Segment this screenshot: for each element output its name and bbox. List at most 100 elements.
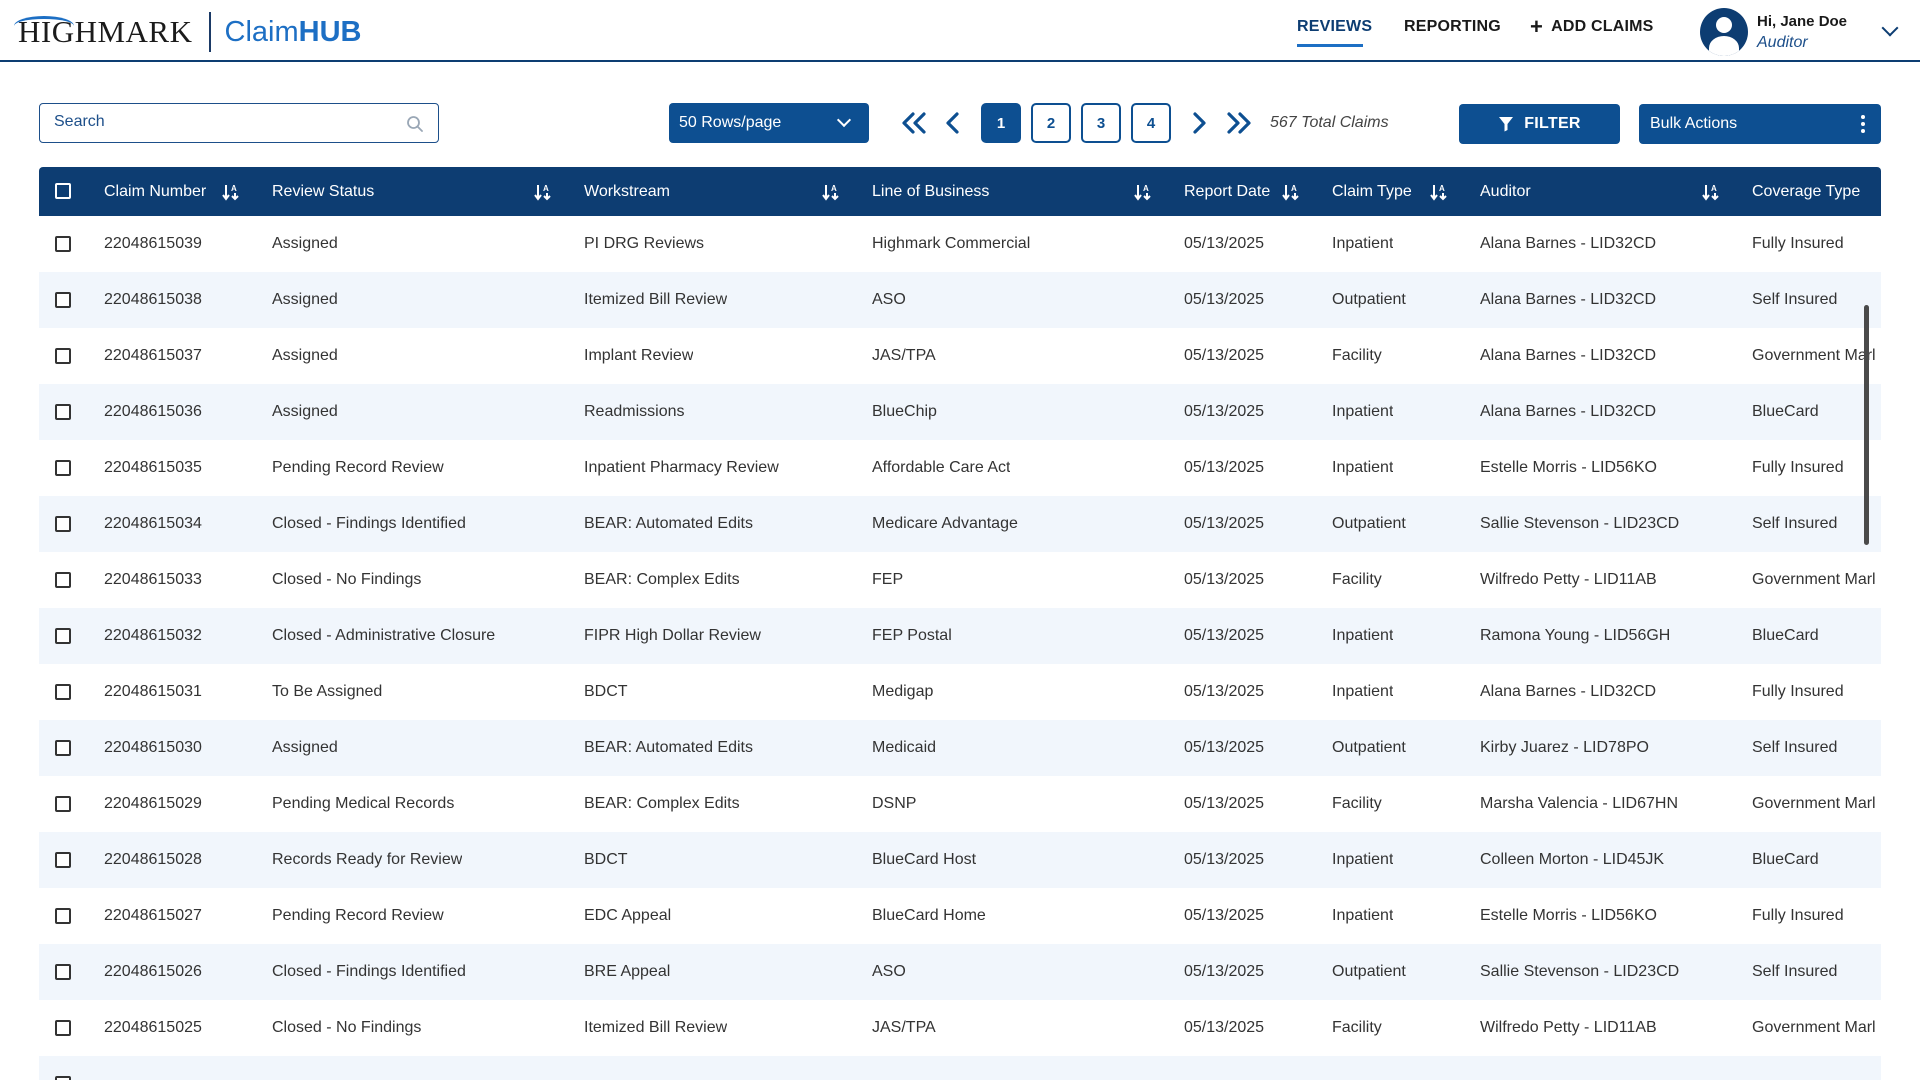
app-header: HIGHMARK ClaimHUB REVIEWS REPORTING + AD… xyxy=(0,0,1920,62)
cell-coverage-type: Government Marl xyxy=(1752,571,1876,588)
column-header-auditor[interactable]: Auditor xyxy=(1480,167,1531,216)
avatar-head-shape xyxy=(1716,17,1732,33)
sort-icon[interactable]: A xyxy=(1702,183,1720,201)
sort-icon[interactable]: A xyxy=(222,183,240,201)
cell-claim-number: 22048615025 xyxy=(104,1019,202,1036)
last-page-button[interactable] xyxy=(1224,104,1254,142)
page-button-3[interactable]: 3 xyxy=(1081,103,1121,143)
rows-per-page-select[interactable]: 50 Rows/page xyxy=(669,103,869,143)
cell-workstream: Itemized Bill Review xyxy=(584,291,728,308)
scrollbar-thumb[interactable] xyxy=(1864,305,1869,545)
cell-claim-type: Outpatient xyxy=(1332,963,1406,980)
cell-workstream: BEAR: Complex Edits xyxy=(584,795,740,812)
row-checkbox[interactable] xyxy=(55,684,71,700)
app-name: ClaimHUB xyxy=(225,16,362,49)
rows-per-page-value: 50 Rows/page xyxy=(679,114,782,131)
table-row[interactable]: 22048615038 Assigned Itemized Bill Review A… xyxy=(39,272,1881,328)
column-header-review-status[interactable]: Review Status xyxy=(272,167,374,216)
search-icon[interactable] xyxy=(406,115,424,133)
row-checkbox[interactable] xyxy=(55,236,71,252)
next-page-button[interactable] xyxy=(1189,104,1209,142)
filter-button[interactable]: FILTER xyxy=(1459,104,1620,144)
cell-report-date: 05/13/2025 xyxy=(1184,291,1265,308)
cell-workstream: BRE Appeal xyxy=(584,963,671,980)
cell-auditor: Colleen Morton - LID45JK xyxy=(1480,851,1665,868)
cell-auditor: Estelle Morris - LID56KO xyxy=(1480,459,1657,476)
nav-reporting[interactable]: REPORTING xyxy=(1404,18,1501,36)
row-checkbox[interactable] xyxy=(55,516,71,532)
row-checkbox[interactable] xyxy=(55,740,71,756)
row-checkbox[interactable] xyxy=(55,796,71,812)
cell-review-status: Closed - Administrative Closure xyxy=(272,627,496,644)
column-header-claim-number[interactable]: Claim Number xyxy=(104,167,206,216)
page-button-1[interactable]: 1 xyxy=(981,103,1021,143)
cell-coverage-type: BlueCard xyxy=(1752,403,1819,420)
table-row[interactable]: 22048615030 Assigned BEAR: Automated Edits… xyxy=(39,720,1881,776)
table-row[interactable]: 22048615035 Pending Record Review Inpatien… xyxy=(39,440,1881,496)
bulk-actions-button[interactable]: Bulk Actions xyxy=(1639,104,1881,144)
row-checkbox[interactable] xyxy=(55,852,71,868)
filter-button-label: FILTER xyxy=(1524,115,1581,132)
svg-text:A: A xyxy=(1711,184,1717,193)
sort-icon[interactable]: A xyxy=(822,183,840,201)
column-header-report-date[interactable]: Report Date xyxy=(1184,167,1270,216)
table-row[interactable]: 22048615037 Assigned Implant Review JAS/TPA… xyxy=(39,328,1881,384)
row-checkbox[interactable] xyxy=(55,628,71,644)
row-checkbox[interactable] xyxy=(55,964,71,980)
page-button-2[interactable]: 2 xyxy=(1031,103,1071,143)
chevron-left-icon xyxy=(946,112,959,134)
column-header-workstream[interactable]: Workstream xyxy=(584,167,670,216)
cell-auditor: Sallie Stevenson - LID23CD xyxy=(1480,963,1680,980)
page-button-4[interactable]: 4 xyxy=(1131,103,1171,143)
cell-line-of-business: Medigap xyxy=(872,683,934,700)
brand-logo[interactable]: HIGHMARK ClaimHUB xyxy=(14,12,362,52)
svg-text:A: A xyxy=(543,184,549,193)
cell-claim-type: Facility xyxy=(1332,347,1382,364)
table-row[interactable] xyxy=(39,1056,1881,1080)
cell-report-date: 05/13/2025 xyxy=(1184,795,1265,812)
row-checkbox[interactable] xyxy=(55,348,71,364)
row-checkbox[interactable] xyxy=(55,908,71,924)
column-header-claim-type[interactable]: Claim Type xyxy=(1332,167,1412,216)
table-row[interactable]: 22048615032 Closed - Administrative Closu… xyxy=(39,608,1881,664)
cell-review-status: Closed - No Findings xyxy=(272,571,422,588)
table-row[interactable]: 22048615026 Closed - Findings Identified B… xyxy=(39,944,1881,1000)
cell-report-date: 05/13/2025 xyxy=(1184,235,1265,252)
search-box[interactable] xyxy=(39,103,439,143)
table-row[interactable]: 22048615029 Pending Medical Records BEAR: … xyxy=(39,776,1881,832)
row-checkbox[interactable] xyxy=(55,1076,71,1080)
user-menu[interactable]: Hi, Jane Doe Auditor xyxy=(1700,8,1847,56)
table-row[interactable]: 22048615031 To Be Assigned BDCT Medigap 05/1… xyxy=(39,664,1881,720)
table-row[interactable]: 22048615034 Closed - Findings Identified B… xyxy=(39,496,1881,552)
chevron-down-icon[interactable] xyxy=(1881,19,1899,37)
cell-coverage-type: Fully Insured xyxy=(1752,683,1844,700)
table-row[interactable]: 22048615036 Assigned Readmissions BlueChip 0… xyxy=(39,384,1881,440)
cell-line-of-business: FEP Postal xyxy=(872,627,952,644)
table-row[interactable]: 22048615025 Closed - No Findings Itemized … xyxy=(39,1000,1881,1056)
row-checkbox[interactable] xyxy=(55,460,71,476)
row-checkbox[interactable] xyxy=(55,404,71,420)
sort-icon[interactable]: A xyxy=(1282,183,1300,201)
cell-coverage-type: Self Insured xyxy=(1752,963,1838,980)
column-header-coverage-type[interactable]: Coverage Type xyxy=(1752,167,1860,216)
sort-icon[interactable]: A xyxy=(1430,183,1448,201)
table-row[interactable]: 22048615027 Pending Record Review EDC Appe… xyxy=(39,888,1881,944)
prev-page-button[interactable] xyxy=(943,104,963,142)
column-header-line-of-business[interactable]: Line of Business xyxy=(872,167,989,216)
sort-icon[interactable]: A xyxy=(1134,183,1152,201)
nav-reviews[interactable]: REVIEWS xyxy=(1297,18,1372,36)
row-checkbox[interactable] xyxy=(55,1020,71,1036)
cell-line-of-business: JAS/TPA xyxy=(872,1019,936,1036)
search-input[interactable] xyxy=(54,113,394,131)
first-page-button[interactable] xyxy=(899,104,929,142)
table-row[interactable]: 22048615039 Assigned PI DRG Reviews Highmar… xyxy=(39,216,1881,272)
table-row[interactable]: 22048615028 Records Ready for Review BDCT B… xyxy=(39,832,1881,888)
select-all-checkbox[interactable] xyxy=(55,183,71,199)
cell-claim-type: Inpatient xyxy=(1332,851,1394,868)
sort-icon[interactable]: A xyxy=(534,183,552,201)
cell-report-date: 05/13/2025 xyxy=(1184,459,1265,476)
table-row[interactable]: 22048615033 Closed - No Findings BEAR: Com… xyxy=(39,552,1881,608)
nav-add-claims[interactable]: + ADD CLAIMS xyxy=(1530,16,1654,38)
row-checkbox[interactable] xyxy=(55,292,71,308)
row-checkbox[interactable] xyxy=(55,572,71,588)
